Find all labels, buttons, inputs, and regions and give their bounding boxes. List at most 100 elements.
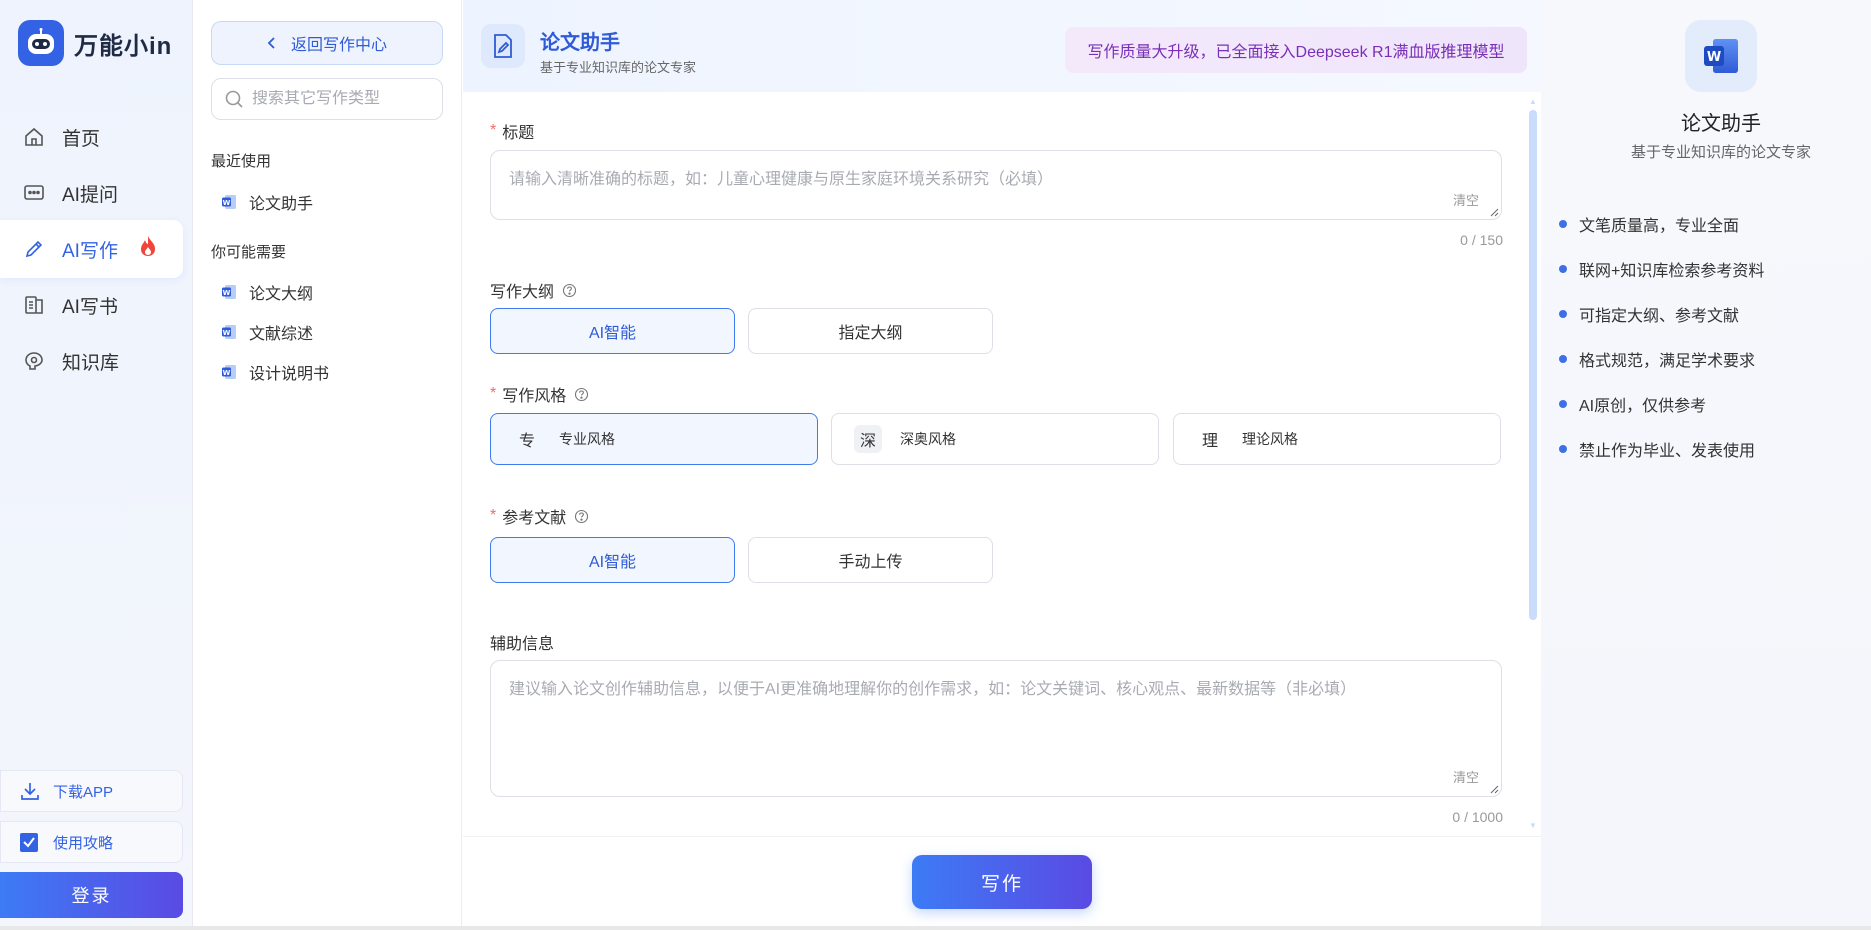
reference-option-ai[interactable]: AI智能: [490, 537, 735, 583]
doc-item-label: 论文大纲: [249, 286, 314, 303]
required-mark: *: [490, 507, 497, 524]
auxiliary-textarea[interactable]: 建议输入论文创作辅助信息，以便于AI更准确地理解你的创作需求，如：论文关键词、核…: [490, 660, 1502, 797]
style-option-label: 深奥风格: [900, 431, 956, 447]
title-placeholder: 请输入清晰准确的标题，如：儿童心理健康与原生家庭环境关系研究（必填）: [509, 171, 1054, 188]
auxiliary-placeholder: 建议输入论文创作辅助信息，以便于AI更准确地理解你的创作需求，如：论文关键词、核…: [509, 681, 1357, 698]
pencil-icon: [22, 237, 46, 261]
svg-text:W: W: [223, 289, 231, 297]
chevron-left-icon: [267, 36, 277, 50]
doc-item-label: 文献综述: [249, 326, 314, 343]
auxiliary-counter: 0 / 1000: [1452, 809, 1503, 825]
reference-option-manual-upload[interactable]: 手动上传: [748, 537, 993, 583]
style-option-label: 专业风格: [559, 431, 615, 447]
style-option-theoretical[interactable]: 理 理论风格: [1173, 413, 1501, 465]
login-button[interactable]: 登录: [0, 872, 183, 918]
title-clear-button[interactable]: 清空: [1453, 190, 1479, 209]
word-doc-icon: W: [221, 324, 237, 340]
outline-option-specified[interactable]: 指定大纲: [748, 308, 993, 354]
nav-item-home[interactable]: 首页: [0, 108, 183, 166]
write-submit-button[interactable]: 写作: [912, 855, 1092, 909]
nav-item-label: 知识库: [62, 352, 120, 374]
logo[interactable]: 万能小in: [18, 20, 172, 66]
submit-bar: 写作: [463, 836, 1541, 930]
search-field: [211, 78, 443, 120]
maybe-item-outline[interactable]: W 论文大纲: [221, 280, 313, 304]
info-subtitle: 基于专业知识库的论文专家: [1630, 144, 1811, 161]
help-icon[interactable]: [574, 387, 589, 402]
feature-item: 联网+知识库检索参考资料: [1559, 257, 1764, 281]
page-title: 论文助手: [540, 32, 620, 54]
info-panel: W 论文助手 基于专业知识库的论文专家 文笔质量高，专业全面 联网+知识库检索参…: [1541, 0, 1871, 930]
bullet-dot: [1559, 400, 1567, 408]
bullet-dot: [1559, 220, 1567, 228]
nav-item-ai-ask[interactable]: AI提问: [0, 164, 183, 222]
main-header: 论文助手 基于专业知识库的论文专家 写作质量大升级，已全面接入Deepseek …: [463, 0, 1541, 92]
recent-title: 最近使用: [211, 153, 272, 170]
style-option-label: 理论风格: [1242, 431, 1298, 447]
feature-item: 格式规范，满足学术要求: [1559, 347, 1755, 371]
doc-item-label: 论文助手: [249, 196, 314, 213]
outline-option-ai[interactable]: AI智能: [490, 308, 735, 354]
recent-item-paper-assistant[interactable]: W 论文助手: [221, 190, 313, 214]
auxiliary-clear-button[interactable]: 清空: [1453, 767, 1479, 786]
download-app-button[interactable]: 下载APP: [0, 770, 183, 812]
usage-guide-label: 使用攻略: [53, 834, 114, 852]
download-icon: [19, 780, 41, 802]
style-field-label: * 写作风格: [490, 382, 589, 406]
download-app-label: 下载APP: [53, 783, 114, 801]
reference-field-label: * 参考文献: [490, 504, 589, 528]
form-scrollbar[interactable]: [1529, 110, 1537, 620]
fire-icon: [138, 235, 158, 263]
title-counter: 0 / 150: [1460, 232, 1503, 248]
nav-item-label: AI提问: [62, 184, 118, 206]
knowledge-icon: [22, 349, 46, 373]
style-badge: 理: [1201, 433, 1218, 450]
main-panel: 论文助手 基于专业知识库的论文专家 写作质量大升级，已全面接入Deepseek …: [463, 0, 1541, 930]
bullet-dot: [1559, 445, 1567, 453]
title-textarea[interactable]: 请输入清晰准确的标题，如：儿童心理健康与原生家庭环境关系研究（必填） 清空: [490, 150, 1502, 220]
feature-item: 禁止作为毕业、发表使用: [1559, 437, 1755, 461]
bullet-dot: [1559, 265, 1567, 273]
nav-item-label: AI写书: [62, 296, 118, 318]
book-icon: [22, 293, 46, 317]
word-document-icon: W: [1685, 20, 1757, 92]
scroll-up-arrow-icon[interactable]: ▲: [1529, 98, 1537, 106]
brand-name: 万能小in: [74, 32, 173, 60]
nav-item-ai-book[interactable]: AI写书: [0, 276, 183, 334]
resize-grip-icon[interactable]: [1489, 784, 1499, 794]
word-doc-icon: W: [221, 194, 237, 210]
page-subtitle: 基于专业知识库的论文专家: [540, 60, 697, 75]
word-doc-icon: W: [221, 284, 237, 300]
maybe-need-title: 你可能需要: [211, 244, 287, 261]
style-option-profound[interactable]: 深 深奥风格: [831, 413, 1159, 465]
home-icon: [22, 125, 46, 149]
upgrade-banner[interactable]: 写作质量大升级，已全面接入Deepseek R1满血版推理模型: [1065, 27, 1527, 73]
style-badge: 深: [854, 425, 882, 453]
search-input[interactable]: [252, 90, 432, 108]
maybe-item-design-spec[interactable]: W 设计说明书: [221, 360, 329, 384]
style-badge: 专: [518, 433, 535, 450]
nav-item-label: AI写作: [62, 240, 118, 262]
help-icon[interactable]: [562, 283, 577, 298]
title-field-label: * 标题: [490, 122, 535, 142]
back-to-writing-center-button[interactable]: 返回写作中心: [211, 21, 443, 65]
chat-icon: [22, 181, 46, 205]
usage-guide-button[interactable]: 使用攻略: [0, 821, 183, 863]
style-option-professional[interactable]: 专 专业风格: [490, 413, 818, 465]
checklist-icon: [19, 831, 41, 853]
scroll-down-arrow-icon[interactable]: ▼: [1529, 822, 1537, 830]
robot-logo-icon: [18, 20, 64, 66]
resize-grip-icon[interactable]: [1489, 207, 1499, 217]
doc-item-label: 设计说明书: [249, 366, 330, 383]
help-icon[interactable]: [574, 509, 589, 524]
edit-document-icon: [481, 24, 525, 68]
maybe-item-literature-review[interactable]: W 文献综述: [221, 320, 313, 344]
feature-item: AI原创，仅供参考: [1559, 392, 1706, 416]
word-doc-icon: W: [221, 364, 237, 380]
nav-item-knowledge[interactable]: 知识库: [0, 332, 183, 390]
nav-item-ai-write[interactable]: AI写作: [0, 220, 183, 278]
svg-text:W: W: [223, 199, 231, 207]
auxiliary-field-label: 辅助信息: [490, 636, 555, 653]
bullet-dot: [1559, 355, 1567, 363]
search-icon: [224, 89, 244, 109]
